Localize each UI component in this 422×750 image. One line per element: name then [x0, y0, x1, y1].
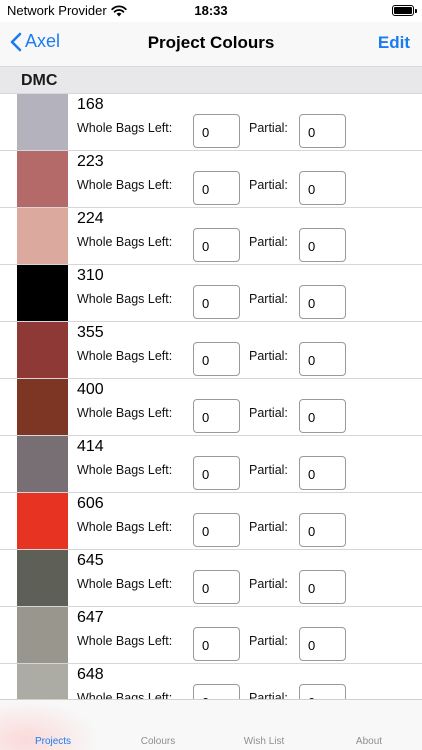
partial-input[interactable]: 0 — [299, 399, 346, 433]
whole-bags-label: Whole Bags Left: — [77, 349, 173, 363]
colour-code: 224 — [77, 210, 104, 227]
page-title: Project Colours — [147, 33, 275, 52]
battery-icon — [392, 5, 417, 16]
whole-bags-input[interactable]: 0 — [193, 171, 240, 205]
section-title: DMC — [21, 72, 58, 89]
whole-bags-input[interactable]: 0 — [193, 228, 240, 262]
whole-bags-input[interactable]: 0 — [193, 456, 240, 490]
partial-label: Partial: — [249, 178, 288, 192]
whole-bags-input[interactable]: 0 — [193, 570, 240, 604]
colour-row[interactable]: 224 Whole Bags Left: 0 Partial: 0 — [0, 208, 422, 265]
whole-bags-label: Whole Bags Left: — [77, 292, 173, 306]
partial-input[interactable]: 0 — [299, 342, 346, 376]
colour-row[interactable]: 414 Whole Bags Left: 0 Partial: 0 — [0, 436, 422, 493]
colour-swatch — [17, 493, 68, 549]
partial-input[interactable]: 0 — [299, 171, 346, 205]
whole-bags-input[interactable]: 0 — [193, 627, 240, 661]
whole-bags-input[interactable]: 0 — [193, 114, 240, 148]
partial-label: Partial: — [249, 463, 288, 477]
colour-code: 645 — [77, 552, 104, 569]
colour-swatch — [17, 265, 68, 321]
colour-swatch — [17, 94, 68, 150]
partial-input[interactable]: 0 — [299, 627, 346, 661]
partial-label: Partial: — [249, 520, 288, 534]
partial-label: Partial: — [249, 691, 288, 699]
colour-row[interactable]: 400 Whole Bags Left: 0 Partial: 0 — [0, 379, 422, 436]
colour-row[interactable]: 606 Whole Bags Left: 0 Partial: 0 — [0, 493, 422, 550]
colour-swatch — [17, 550, 68, 606]
whole-bags-input[interactable]: 0 — [193, 285, 240, 319]
colour-row[interactable]: 647 Whole Bags Left: 0 Partial: 0 — [0, 607, 422, 664]
status-bar: Network Provider 18:33 — [0, 0, 422, 22]
partial-label: Partial: — [249, 634, 288, 648]
colour-swatch — [17, 208, 68, 264]
partial-input[interactable]: 0 — [299, 513, 346, 547]
navigation-bar: Axel Project Colours Edit — [0, 22, 422, 66]
whole-bags-label: Whole Bags Left: — [77, 406, 173, 420]
colour-swatch — [17, 379, 68, 435]
colour-code: 223 — [77, 153, 104, 170]
partial-label: Partial: — [249, 577, 288, 591]
colour-list[interactable]: 168 Whole Bags Left: 0 Partial: 0 223 Whole Ba… — [0, 94, 422, 699]
colour-code: 310 — [77, 267, 104, 284]
colour-code: 400 — [77, 381, 104, 398]
tab-projects[interactable]: Projects — [13, 736, 93, 747]
partial-label: Partial: — [249, 406, 288, 420]
partial-input[interactable]: 0 — [299, 285, 346, 319]
colour-code: 606 — [77, 495, 104, 512]
whole-bags-input[interactable]: 0 — [193, 399, 240, 433]
partial-input[interactable]: 0 — [299, 570, 346, 604]
partial-label: Partial: — [249, 349, 288, 363]
colour-row[interactable]: 223 Whole Bags Left: 0 Partial: 0 — [0, 151, 422, 208]
colour-swatch — [17, 436, 68, 492]
whole-bags-label: Whole Bags Left: — [77, 691, 173, 699]
whole-bags-label: Whole Bags Left: — [77, 463, 173, 477]
colour-code: 414 — [77, 438, 104, 455]
colour-swatch — [17, 664, 68, 699]
colour-code: 168 — [77, 96, 104, 113]
colour-row[interactable]: 168 Whole Bags Left: 0 Partial: 0 — [0, 94, 422, 151]
tab-colours[interactable]: Colours — [118, 736, 198, 747]
partial-input[interactable]: 0 — [299, 684, 346, 699]
partial-label: Partial: — [249, 235, 288, 249]
edit-button[interactable]: Edit — [378, 33, 410, 53]
tab-about[interactable]: About — [329, 736, 409, 747]
colour-code: 648 — [77, 666, 104, 683]
whole-bags-label: Whole Bags Left: — [77, 235, 173, 249]
colour-row[interactable]: 355 Whole Bags Left: 0 Partial: 0 — [0, 322, 422, 379]
tab-bar: Projects Colours Wish List About — [0, 699, 422, 750]
colour-row[interactable]: 645 Whole Bags Left: 0 Partial: 0 — [0, 550, 422, 607]
whole-bags-label: Whole Bags Left: — [77, 634, 173, 648]
whole-bags-input[interactable]: 0 — [193, 342, 240, 376]
tab-wish-list[interactable]: Wish List — [224, 736, 304, 747]
partial-input[interactable]: 0 — [299, 456, 346, 490]
colour-swatch — [17, 322, 68, 378]
whole-bags-label: Whole Bags Left: — [77, 178, 173, 192]
whole-bags-label: Whole Bags Left: — [77, 121, 173, 135]
whole-bags-label: Whole Bags Left: — [77, 520, 173, 534]
whole-bags-label: Whole Bags Left: — [77, 577, 173, 591]
partial-input[interactable]: 0 — [299, 228, 346, 262]
partial-input[interactable]: 0 — [299, 114, 346, 148]
colour-row[interactable]: 648 Whole Bags Left: 0 Partial: 0 — [0, 664, 422, 699]
colour-swatch — [17, 151, 68, 207]
partial-label: Partial: — [249, 292, 288, 306]
status-time: 18:33 — [194, 3, 228, 18]
colour-swatch — [17, 607, 68, 663]
colour-row[interactable]: 310 Whole Bags Left: 0 Partial: 0 — [0, 265, 422, 322]
whole-bags-input[interactable]: 0 — [193, 684, 240, 699]
colour-code: 355 — [77, 324, 104, 341]
partial-label: Partial: — [249, 121, 288, 135]
section-header: DMC — [0, 66, 422, 94]
colour-code: 647 — [77, 609, 104, 626]
whole-bags-input[interactable]: 0 — [193, 513, 240, 547]
